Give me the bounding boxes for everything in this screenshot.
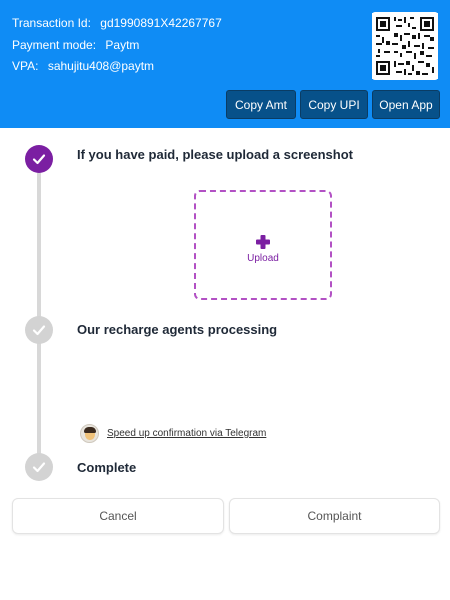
transaction-id-row: Transaction Id: gd1990891X42267767: [12, 16, 222, 30]
payment-mode-value: Paytm: [105, 38, 140, 52]
copy-upi-button[interactable]: Copy UPI: [300, 90, 368, 119]
step-2-check-icon: [25, 316, 53, 344]
step-1-title: If you have paid, please upload a screen…: [77, 147, 353, 162]
step-3-check-icon: [25, 453, 53, 481]
step-2-title: Our recharge agents processing: [77, 322, 278, 337]
step-3-title: Complete: [77, 460, 137, 475]
vpa-row: VPA: sahujitu408@paytm: [12, 59, 154, 73]
plus-icon: [256, 235, 270, 249]
transaction-id-value: gd1990891X42267767: [100, 16, 222, 30]
header-actions: Copy Amt Copy UPI Open App: [0, 90, 450, 119]
complaint-button[interactable]: Complaint: [229, 498, 440, 534]
vpa-label: VPA:: [12, 59, 39, 73]
copy-amount-button[interactable]: Copy Amt: [226, 90, 296, 119]
payment-header: Transaction Id: gd1990891X42267767 Payme…: [0, 0, 450, 128]
telegram-link[interactable]: Speed up confirmation via Telegram: [107, 428, 266, 439]
payment-mode-label: Payment mode:: [12, 38, 97, 52]
step-1-check-icon: [25, 145, 53, 173]
qr-code-icon: [372, 12, 438, 80]
vpa-value: sahujitu408@paytm: [47, 59, 155, 73]
upload-screenshot-dropzone[interactable]: Upload: [194, 190, 332, 300]
open-app-button[interactable]: Open App: [372, 90, 440, 119]
cancel-button[interactable]: Cancel: [12, 498, 224, 534]
telegram-row: Speed up confirmation via Telegram: [80, 424, 266, 443]
upload-label: Upload: [247, 253, 279, 264]
timeline-line: [37, 170, 41, 460]
payment-mode-row: Payment mode: Paytm: [12, 38, 139, 52]
avatar-icon: [80, 424, 99, 443]
transaction-id-label: Transaction Id:: [12, 16, 91, 30]
